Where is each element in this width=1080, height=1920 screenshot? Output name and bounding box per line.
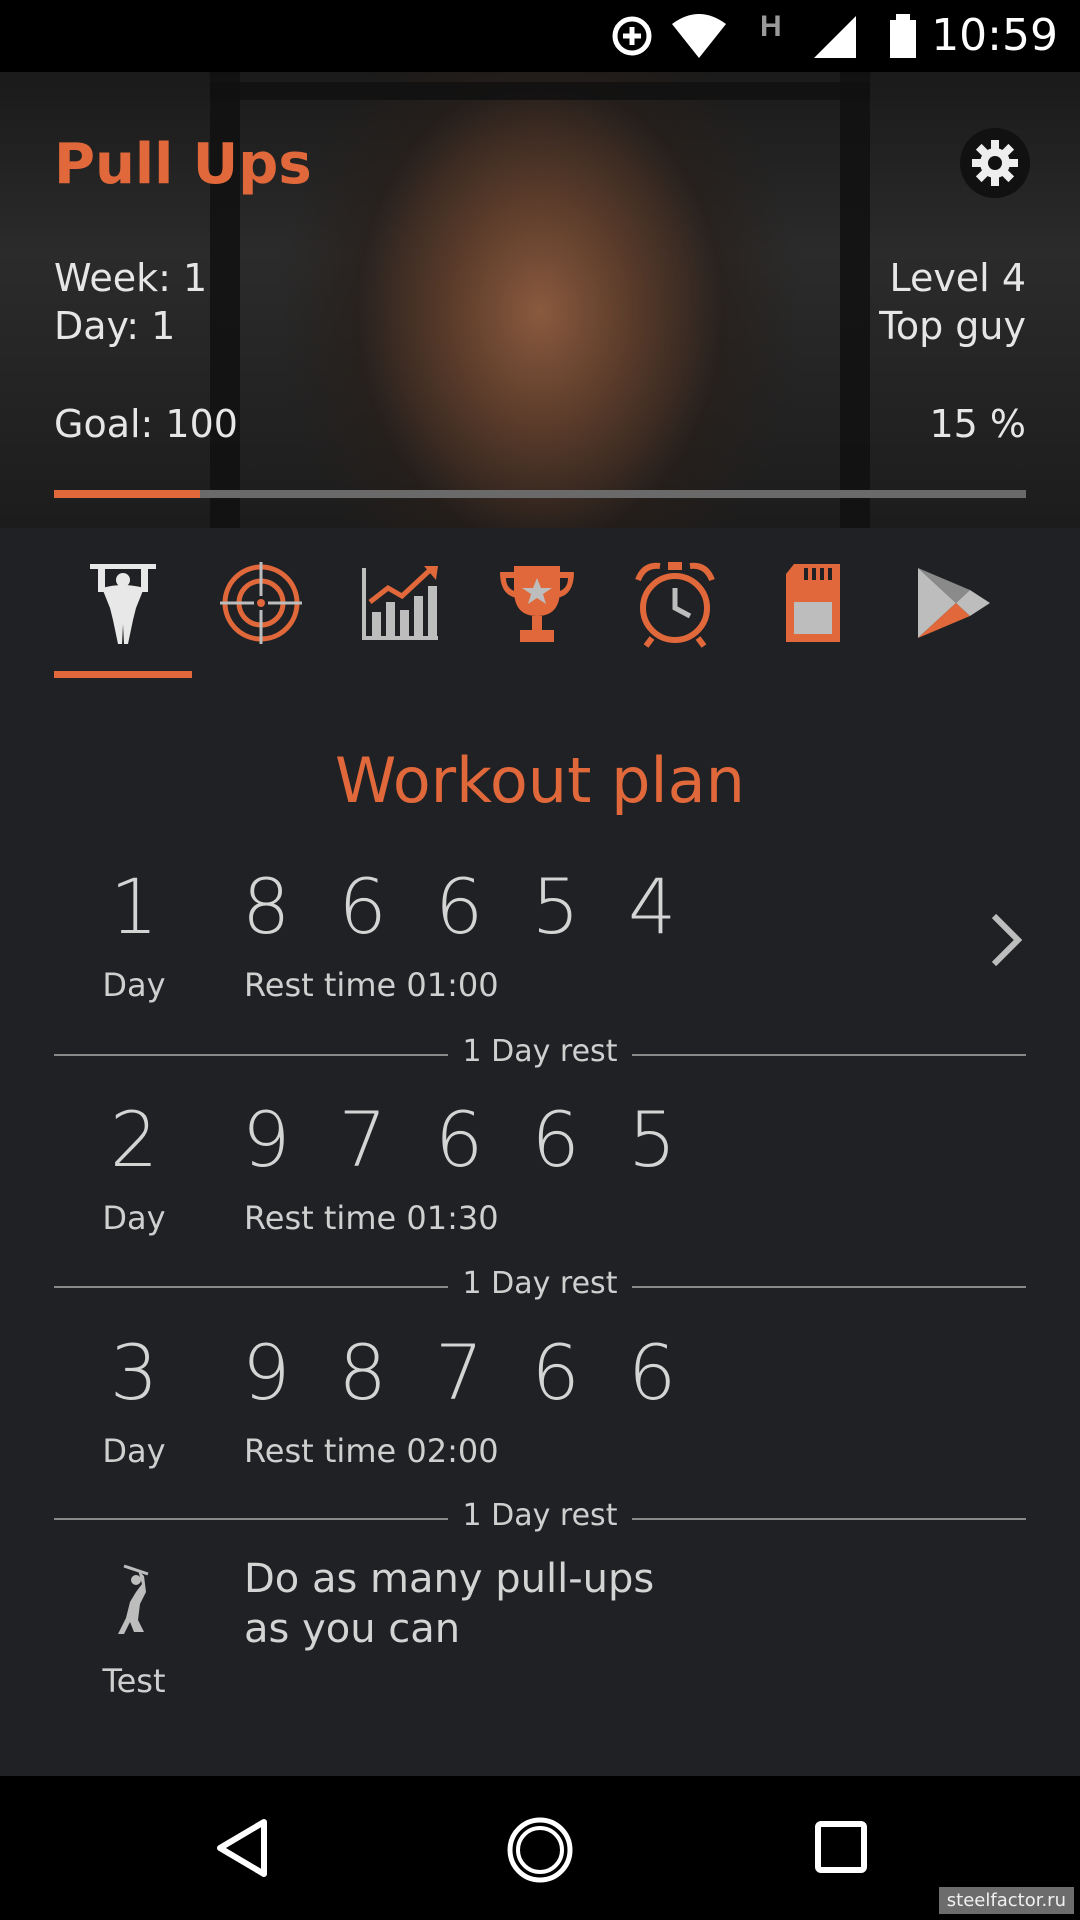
reps-sequence: 8 6 6 5 4 [242,862,689,951]
tab-statistics[interactable] [330,528,468,678]
week-day-info: Week: 1 Day: 1 [54,254,207,350]
workout-day-row[interactable]: 2 Day 9 7 6 6 5 Rest time 01:30 [0,1095,1080,1255]
home-icon[interactable] [506,1816,574,1884]
test-instructions: Do as many pull-ups as you can [244,1554,654,1654]
clock: 10:59 [931,10,1058,61]
workout-plan-title: Workout plan [335,744,745,817]
rest-day-label: 1 Day rest [462,1498,618,1533]
recents-icon[interactable] [814,1820,868,1874]
watermark: steelfactor.ru [938,1887,1074,1914]
tab-backup[interactable] [744,528,882,678]
tab-rate-app[interactable] [882,528,1020,678]
rest-day-label: 1 Day rest [462,1266,618,1301]
day-number: 1 [109,862,159,951]
tab-reminders[interactable] [606,528,744,678]
h-network-icon: H [760,10,782,43]
tab-achievements[interactable] [468,528,606,678]
rest-time: Rest time 01:00 [244,966,499,1004]
test-text-line: as you can [244,1606,461,1652]
day-label: Day [102,966,166,1004]
goal-progress-fill [54,490,200,498]
rest-time: Rest time 01:30 [244,1199,499,1237]
tab-workout[interactable] [54,528,192,678]
chart-icon [362,566,438,640]
pull-up-bar [210,82,870,100]
level-info: Level 4 Top guy [879,254,1026,350]
trophy-icon [500,566,574,642]
back-icon[interactable] [212,1816,272,1880]
app-title: Pull Ups [54,132,312,197]
sd-card-icon [786,564,840,642]
rack-post-right [840,72,870,528]
target-icon [220,562,302,644]
test-text-line: Do as many pull-ups [244,1556,655,1602]
day-label: Day: 1 [54,304,176,348]
week-label: Week: 1 [54,256,208,300]
reps-sequence: 9 7 6 6 5 [242,1095,689,1184]
data-saver-icon [612,16,652,56]
reps-sequence: 9 8 7 6 6 [242,1328,689,1417]
rest-divider: 1 Day rest [54,1498,1026,1538]
workout-day-row[interactable]: 1 Day 8 6 6 5 4 Rest time 01:00 [0,862,1080,1022]
alarm-clock-icon [635,562,715,648]
day-label: Day [102,1432,166,1470]
rest-time: Rest time 02:00 [244,1432,499,1470]
day-number: 3 [109,1328,159,1417]
progress-percent: 15 % [929,402,1026,446]
day-number: 2 [109,1095,159,1184]
header-hero: Pull Ups Week: 1 Day: 1 Level 4 Top guy … [0,72,1080,528]
gear-icon [972,140,1018,186]
workout-day-row[interactable]: 3 Day 9 8 7 6 6 Rest time 02:00 [0,1328,1080,1488]
rest-day-label: 1 Day rest [462,1034,618,1069]
level-label: Level 4 [889,256,1026,300]
rest-divider: 1 Day rest [54,1266,1026,1306]
settings-button[interactable] [960,128,1030,198]
battery-icon [890,14,916,58]
goal-progress-bar [54,490,1026,498]
tab-goals[interactable] [192,528,330,678]
chevron-right-icon[interactable] [986,910,1026,970]
system-nav-bar: steelfactor.ru [0,1776,1080,1920]
tab-bar [0,528,1080,678]
goal-label: Goal: 100 [54,402,238,446]
hanging-man-icon [118,1564,149,1634]
svg-text:H: H [760,10,782,43]
wifi-icon [672,14,726,58]
test-label: Test [102,1662,166,1700]
play-store-icon [918,568,990,638]
rest-divider: 1 Day rest [54,1034,1026,1074]
status-bar: H 10:59 [0,0,1080,72]
day-label: Day [102,1199,166,1237]
athlete-icon [90,564,156,644]
rank-label: Top guy [879,304,1026,348]
signal-icon [814,16,856,58]
